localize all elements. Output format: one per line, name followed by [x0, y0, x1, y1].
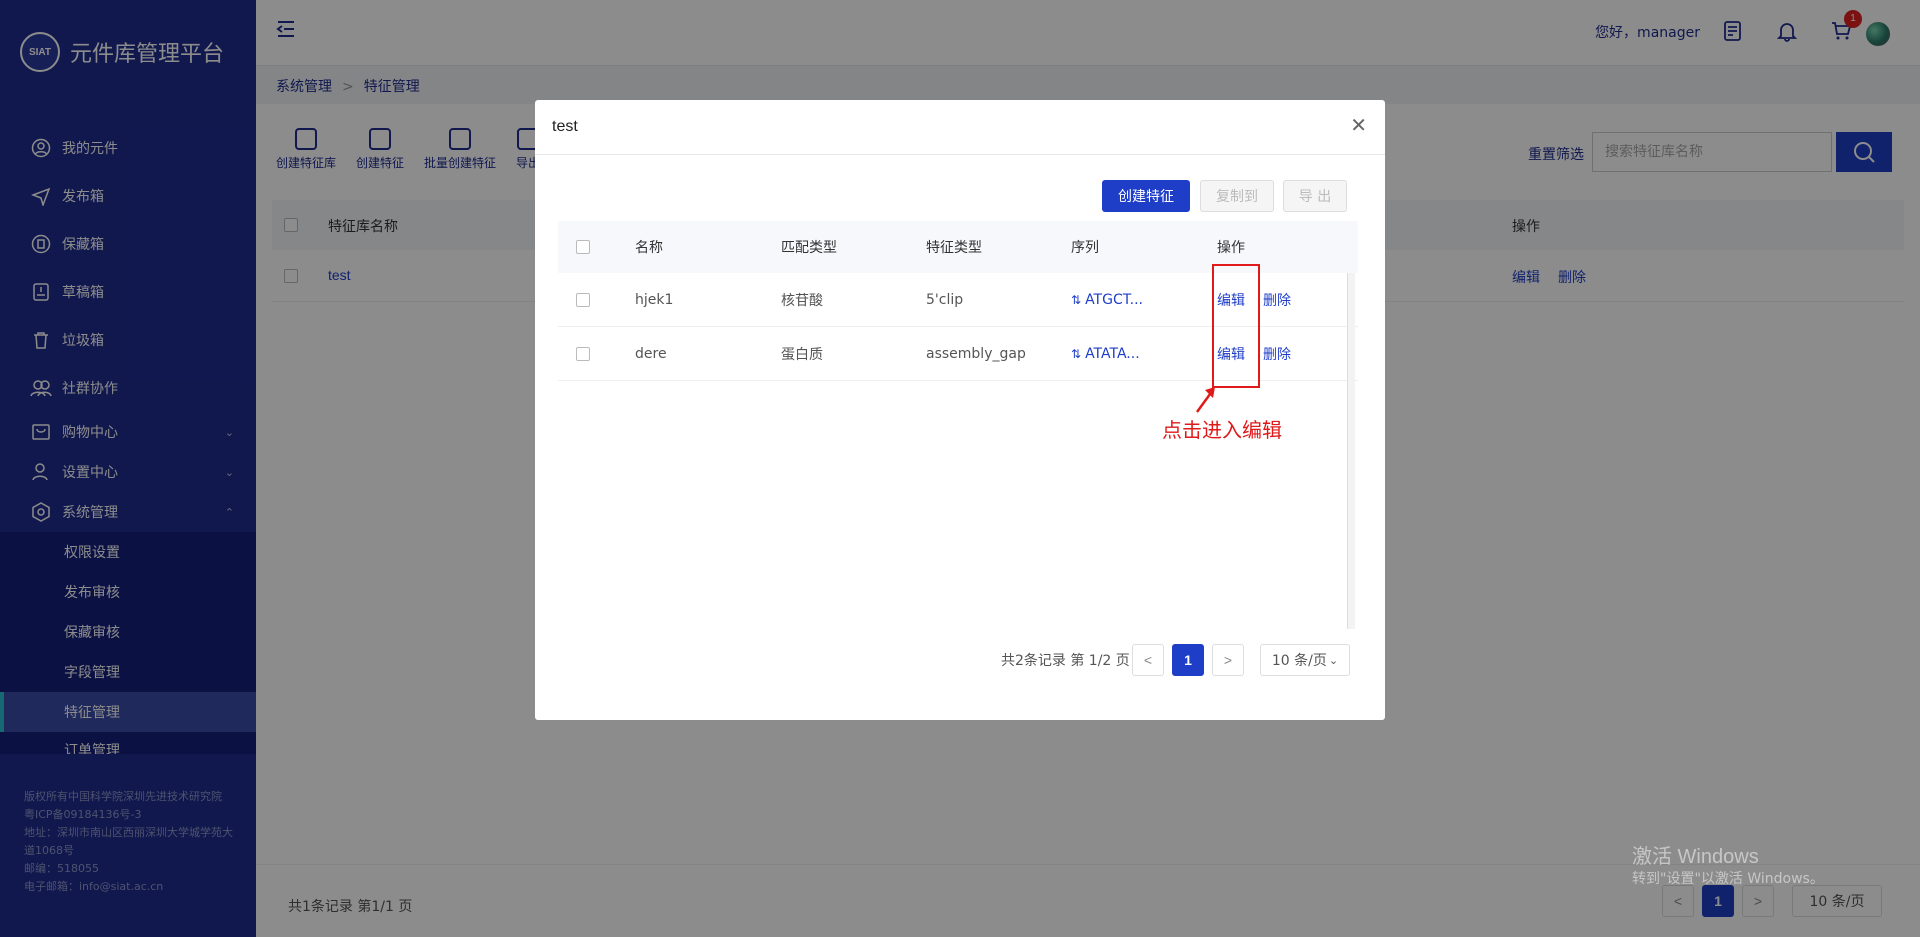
feature-name: hjek1: [635, 291, 674, 308]
feature-match-type: 蛋白质: [781, 346, 823, 363]
modal-divider: [535, 154, 1385, 155]
next-page-button[interactable]: >: [1212, 644, 1244, 676]
close-icon[interactable]: ✕: [1350, 116, 1367, 136]
sort-arrows-icon: ⇅: [1071, 292, 1082, 307]
column-header-sequence: 序列: [1071, 240, 1099, 256]
annotation-highlight-box: [1212, 264, 1260, 388]
row-checkbox[interactable]: [576, 293, 590, 307]
page-size-select[interactable]: 10 条/页 ⌄: [1260, 644, 1350, 676]
modal-title: test: [552, 118, 578, 135]
copy-to-button[interactable]: 复制到: [1200, 180, 1274, 212]
page-size-value: 10 条/页: [1271, 653, 1327, 669]
delete-link[interactable]: 删除: [1263, 344, 1291, 364]
activation-watermark-text: 转到"设置"以激活 Windows。: [1632, 871, 1824, 887]
row-checkbox[interactable]: [576, 347, 590, 361]
feature-sequence: ATGCT...: [1085, 291, 1143, 308]
feature-type: assembly_gap: [926, 345, 1026, 362]
create-feature-button[interactable]: 创建特征: [1102, 180, 1190, 212]
column-header-feature-type: 特征类型: [926, 240, 982, 256]
feature-type: 5'clip: [926, 291, 964, 308]
table-scrollbar[interactable]: [1347, 273, 1355, 629]
export-button[interactable]: 导 出: [1283, 180, 1347, 212]
page-button[interactable]: 1: [1172, 644, 1204, 676]
feature-sequence-link[interactable]: ⇅ ATATA...: [1071, 346, 1140, 362]
delete-link[interactable]: 删除: [1263, 290, 1291, 310]
annotation-text: 点击进入编辑: [1162, 418, 1282, 442]
feature-sequence-link[interactable]: ⇅ ATGCT...: [1071, 292, 1143, 308]
activation-watermark-title: 激活 Windows: [1632, 846, 1759, 868]
column-header-name: 名称: [635, 240, 663, 256]
feature-match-type: 核苷酸: [781, 292, 823, 309]
feature-name: dere: [635, 345, 667, 362]
select-all-checkbox[interactable]: [576, 240, 590, 254]
annotation-arrow-icon: [1195, 387, 1215, 413]
prev-page-button[interactable]: <: [1132, 644, 1164, 676]
feature-library-modal: test ✕ 创建特征 复制到 导 出 名称 匹配类型 特征类型 序列 操作 h…: [535, 100, 1385, 720]
feature-sequence: ATATA...: [1085, 345, 1140, 362]
pagination-info: 共2条记录 第 1/2 页: [1001, 653, 1130, 669]
column-header-match-type: 匹配类型: [781, 240, 837, 256]
sort-arrows-icon: ⇅: [1071, 346, 1082, 361]
chevron-down-icon: ⌄: [1328, 653, 1339, 667]
column-header-action: 操作: [1217, 240, 1245, 256]
